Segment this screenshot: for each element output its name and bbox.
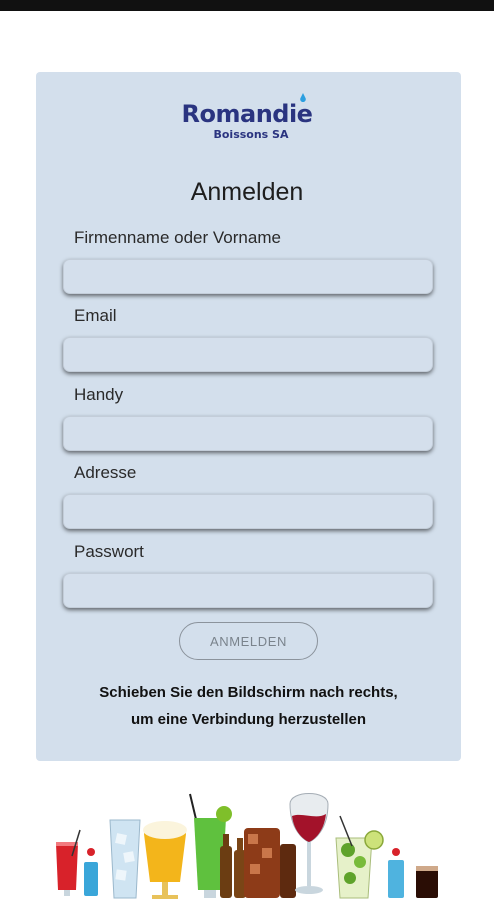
address-input[interactable] — [63, 494, 433, 529]
small-blue-drink-icon — [388, 848, 404, 898]
water-glass-icon — [109, 819, 141, 899]
brand-subtitle: Boissons SA — [213, 128, 289, 141]
page-title: Anmelden — [190, 178, 304, 206]
password-label: Passwort — [74, 542, 144, 561]
company-name-label: Firmenname oder Vorname — [74, 228, 281, 247]
beer-glass-icon — [143, 821, 187, 899]
login-button[interactable]: ANMELDEN — [179, 622, 318, 660]
mojito-icon — [335, 815, 384, 899]
brand-logo: Romandie Boissons SA — [0, 93, 494, 142]
mobile-input[interactable] — [63, 416, 433, 451]
email-label: Email — [74, 306, 117, 325]
blue-drink-icon — [84, 848, 98, 896]
email-input[interactable] — [63, 337, 433, 372]
red-cocktail-icon — [56, 829, 81, 896]
mobile-label: Handy — [74, 385, 124, 404]
company-name-input[interactable] — [63, 259, 433, 294]
address-label: Adresse — [74, 463, 137, 482]
brand-name: Romandie — [181, 93, 313, 128]
brand-name-text: Romandie — [181, 100, 313, 128]
drinks-illustration — [56, 793, 438, 899]
bottles-icon — [220, 834, 246, 898]
cola-glass-icon — [416, 866, 438, 898]
swipe-hint-line-2: um eine Verbindung herzustellen — [130, 711, 367, 728]
password-input[interactable] — [63, 573, 433, 608]
swipe-hint-line-1: Schieben Sie den Bildschirm nach rechts, — [99, 684, 398, 701]
water-drop-icon — [300, 93, 307, 103]
swipe-hint: Schieben Sie den Bildschirm nach rechts,… — [36, 679, 461, 733]
status-bar — [0, 0, 494, 11]
iced-coffee-icon — [244, 828, 296, 898]
